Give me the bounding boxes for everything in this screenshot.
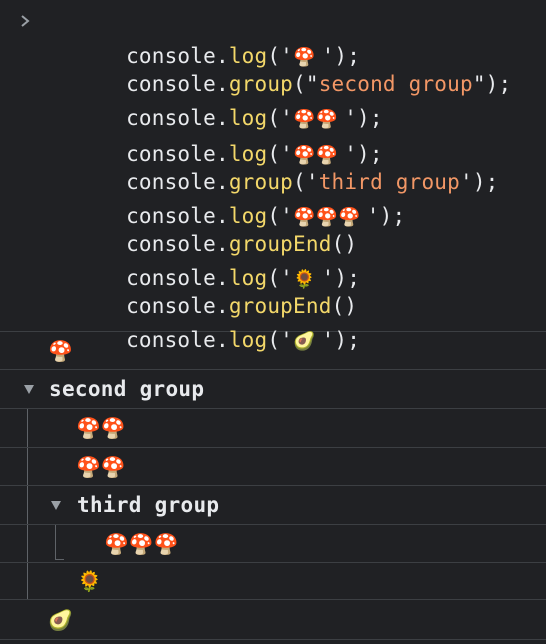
log-output: 🍄🍄🍄 — [104, 531, 179, 556]
log-output: 🍄 — [48, 338, 73, 363]
console-message: 🥑 — [0, 600, 546, 640]
triangle-down-icon[interactable] — [24, 385, 34, 394]
devtools-console: console.log('🍄 '); console.group("second… — [0, 0, 546, 644]
log-output: 🌻 — [77, 569, 102, 593]
console-message: 🍄🍄 — [0, 448, 546, 486]
log-output: 🍄🍄 — [76, 454, 126, 479]
console-message: 🍄 — [0, 332, 546, 370]
group-indent-guide — [55, 525, 64, 560]
log-output: 🥑 — [48, 607, 73, 632]
group-label: second group — [49, 377, 205, 401]
console-group-header[interactable]: third group — [0, 486, 546, 525]
console-message: 🍄🍄🍄 — [0, 525, 546, 563]
console-message: 🍄🍄 — [0, 409, 546, 448]
console-input-block[interactable]: console.log('🍄 '); console.group("second… — [0, 0, 546, 352]
console-group-header[interactable]: second group — [0, 370, 546, 409]
group-label: third group — [77, 493, 220, 517]
triangle-down-icon[interactable] — [51, 501, 61, 510]
log-output: 🍄🍄 — [76, 416, 126, 440]
chevron-right-icon — [21, 15, 30, 27]
console-message: 🌻 — [0, 563, 546, 600]
